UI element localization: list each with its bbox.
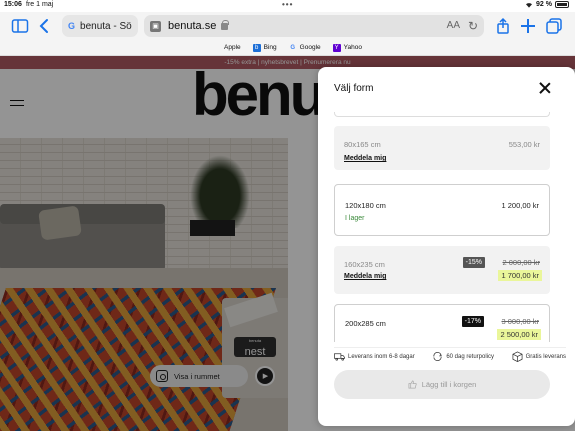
tab-label: benuta - Sö [80,20,132,32]
close-icon[interactable] [538,81,552,95]
usp-delivery: Leverans inom 6-8 dagar [334,351,415,362]
usp-label: Leverans inom 6-8 dagar [348,353,415,360]
bing-icon: b [252,43,261,52]
discount-badge: -15% [462,257,485,268]
google-icon: G [290,44,295,51]
thumbs-up-icon [408,380,417,389]
box-icon [512,351,523,362]
url-text: benuta.se [168,20,217,32]
option-size: 160x235 cm [344,260,385,269]
option-price: 1 200,00 kr [501,201,539,210]
truck-icon [334,353,345,361]
usp-returns: 60 dag returpolicy [432,351,494,362]
return-arrows-icon [433,352,443,361]
apple-icon [213,44,221,52]
battery-icon [555,1,569,8]
status-time: 15:06 [4,1,22,8]
favorite-label: Google [299,44,321,51]
notify-me-link[interactable]: Meddela mig [344,155,386,162]
usp-label: Gratis leverans [525,353,566,360]
option-size: 120x180 cm [345,201,386,210]
browser-toolbar: G benuta - Sö ▣ benuta.se AA ↻ [0,12,575,40]
tab-overview-icon[interactable] [545,17,563,35]
size-option[interactable]: 120x180 cm 1 200,00 kr I lager [334,184,550,236]
address-bar[interactable]: ▣ benuta.se AA ↻ [144,15,484,37]
add-to-cart-label: Lägg till i korgen [421,380,477,389]
favorite-label: Apple [224,44,241,51]
yahoo-icon: Y [332,43,341,52]
multitasking-dots-icon[interactable]: ••• [282,0,293,9]
status-right: 92 % [525,1,569,8]
favorites-bar: Apple b Bing G Google Y Yahoo [0,40,575,56]
size-option[interactable]: 80x165 cm 553,00 kr Meddela mig [334,126,550,170]
favorite-apple[interactable]: Apple [213,44,241,52]
option-price: 553,00 kr [508,140,540,149]
favorite-label: Yahoo [343,44,362,51]
size-option[interactable]: 200x285 cm -17% 3 000,00 kr 2 500,00 kr [334,304,550,342]
notify-me-link[interactable]: Meddela mig [344,273,386,280]
choose-shape-drawer: Välj form 80x165 cm 553,00 kr Meddela mi… [318,67,575,426]
usp-free-shipping: Gratis leverans [512,351,566,362]
old-price: 2 000,00 kr [502,258,540,267]
stock-status: I lager [345,215,365,222]
tab-google[interactable]: G benuta - Sö [62,15,138,37]
new-price: 1 700,00 kr [498,270,542,281]
size-options-list[interactable]: 80x165 cm 553,00 kr Meddela mig 120x180 … [334,112,550,342]
new-tab-plus-icon[interactable] [519,17,537,35]
old-price: 3 000,00 kr [501,317,539,326]
usp-row: Leverans inom 6-8 dagar 60 dag returpoli… [334,347,566,362]
lock-icon [221,19,230,30]
option-size: 80x165 cm [344,140,381,149]
discount-badge: -17% [461,316,484,327]
text-size-button[interactable]: AA [447,20,460,31]
site-settings-icon[interactable]: ▣ [150,20,161,32]
size-option[interactable]: 160x235 cm -15% 2 000,00 kr 1 700,00 kr … [334,246,550,294]
add-to-cart-button[interactable]: Lägg till i korgen [334,370,550,399]
drawer-title: Välj form [334,83,374,94]
status-date: fre 1 maj [26,1,54,8]
favorite-yahoo[interactable]: Y Yahoo [332,43,362,52]
option-partial[interactable] [334,112,550,117]
favorite-label: Bing [263,44,277,51]
option-size: 200x285 cm [345,319,386,328]
usp-label: 60 dag returpolicy [446,353,495,360]
reload-icon[interactable]: ↻ [468,19,478,33]
share-icon[interactable] [494,17,512,35]
wifi-icon [526,2,533,8]
favorite-google[interactable]: G Google [289,44,321,52]
battery-percent: 92 % [536,1,552,8]
back-chevron-icon[interactable] [36,17,54,35]
google-favicon-icon: G [68,21,76,31]
new-price: 2 500,00 kr [497,329,541,340]
sidebar-icon[interactable] [11,17,29,35]
status-bar: 15:06 fre 1 maj ••• 92 % [0,0,575,12]
favorite-bing[interactable]: b Bing [252,43,277,52]
